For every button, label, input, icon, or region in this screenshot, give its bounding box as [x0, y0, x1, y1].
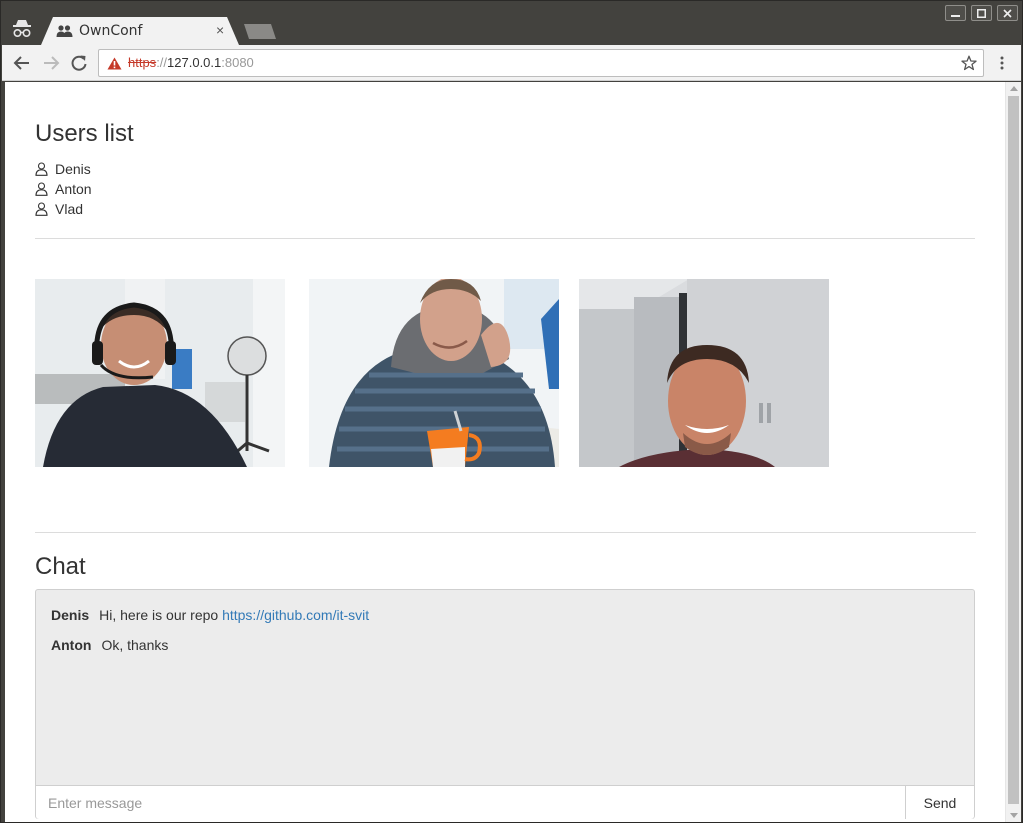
browser-menu-icon[interactable] — [997, 55, 1007, 71]
users-list-heading: Users list — [35, 120, 134, 147]
address-bar[interactable]: https://127.0.0.1:8080 — [98, 49, 984, 77]
chat-message: Anton Ok, thanks — [51, 637, 168, 653]
divider — [35, 532, 976, 533]
tab-title: OwnConf — [79, 23, 143, 39]
video-vlad — [579, 279, 829, 467]
url-separator: :// — [156, 55, 168, 70]
user-name: Vlad — [55, 201, 84, 217]
not-secure-warning-icon — [107, 57, 122, 70]
close-window-button[interactable] — [997, 5, 1018, 21]
maximize-button[interactable] — [971, 5, 992, 21]
send-button[interactable]: Send — [906, 785, 974, 819]
user-name: Denis — [55, 161, 91, 177]
bookmark-star-icon[interactable] — [961, 55, 977, 71]
reload-icon[interactable] — [68, 53, 90, 73]
tab-ownconf[interactable]: OwnConf × — [41, 17, 239, 45]
scroll-down-arrow-icon[interactable] — [1010, 813, 1018, 818]
forward-arrow-icon[interactable] — [40, 53, 62, 73]
url-host: 127.0.0.1 — [167, 55, 222, 70]
divider — [35, 238, 975, 239]
back-arrow-icon[interactable] — [11, 53, 33, 73]
chat-heading: Chat — [35, 553, 86, 580]
user-item: Anton — [35, 179, 92, 199]
message-text: Hi, here is our repo — [99, 607, 223, 623]
tab-close-icon[interactable]: × — [216, 22, 224, 38]
message-link[interactable]: https://github.com/it-svit — [222, 607, 369, 623]
user-name: Anton — [55, 181, 92, 197]
browser-window: OwnConf × https://127.0.0.1:8080 Users l… — [0, 0, 1023, 823]
user-item: Vlad — [35, 199, 92, 219]
user-item: Denis — [35, 159, 92, 179]
users-icon — [56, 25, 73, 37]
incognito-icon — [13, 20, 31, 38]
chat-panel: Denis Hi, here is our repo https://github… — [35, 589, 975, 819]
user-icon — [35, 162, 48, 176]
maximize-icon — [977, 9, 986, 18]
minimize-button[interactable] — [945, 5, 966, 21]
url-port: :8080 — [221, 55, 254, 70]
new-tab-button[interactable] — [244, 24, 276, 39]
user-icon — [35, 182, 48, 196]
scrollbar-thumb[interactable] — [1008, 96, 1019, 804]
message-text: Ok, thanks — [101, 637, 169, 653]
page-scrollbar[interactable] — [1005, 82, 1021, 822]
message-author: Denis — [51, 607, 90, 623]
page-viewport: Users list Denis Anton Vlad Chat Denis H… — [5, 82, 1005, 822]
chat-message: Denis Hi, here is our repo https://github… — [51, 607, 369, 623]
browser-toolbar: https://127.0.0.1:8080 — [2, 45, 1021, 81]
message-input[interactable] — [36, 785, 906, 819]
url-scheme: https — [128, 55, 157, 70]
url-text: https://127.0.0.1:8080 — [128, 55, 254, 70]
user-icon — [35, 202, 48, 216]
video-denis — [35, 279, 285, 467]
close-icon — [1003, 9, 1012, 18]
users-list: Denis Anton Vlad — [35, 159, 92, 219]
minimize-icon — [951, 15, 960, 17]
message-author: Anton — [51, 637, 92, 653]
scroll-up-arrow-icon[interactable] — [1010, 86, 1018, 91]
video-anton — [309, 279, 559, 467]
tab-strip: OwnConf × — [1, 1, 1022, 45]
